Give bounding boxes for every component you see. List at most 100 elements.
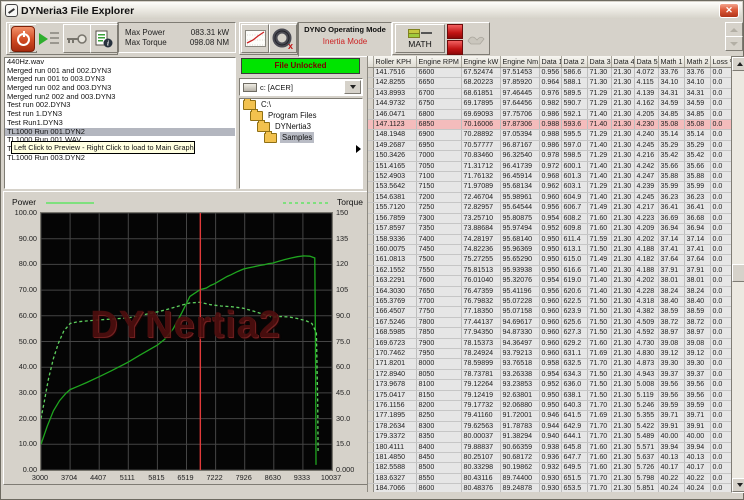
scrollbar-up-button[interactable] <box>732 57 744 71</box>
table-row[interactable]: 184.7066 8600 80.48376 89.24878 0.930 653.5 71… <box>368 483 732 492</box>
scroll-up-button-small[interactable] <box>725 22 743 37</box>
table-row[interactable]: 168.5985 7850 77.94350 94.87330 0.960 627.3 71… <box>368 327 732 339</box>
file-info-button[interactable]: i <box>90 24 118 53</box>
tree-item[interactable]: DYNertia3 <box>240 119 362 132</box>
unlock-button[interactable] <box>63 24 91 53</box>
column-header[interactable]: Loss % <box>710 56 732 68</box>
table-cell: 0.0 <box>710 400 732 412</box>
table-row[interactable]: 183.6327 8550 80.43116 89.74400 0.930 651.5 71… <box>368 473 732 485</box>
table-row[interactable]: 182.5588 8500 80.33298 90.19862 0.932 649.5 71… <box>368 462 732 474</box>
column-header[interactable]: Data 5 <box>634 56 659 68</box>
power-button[interactable] <box>9 24 37 53</box>
table-row[interactable]: 170.7462 7950 78.24924 93.79213 0.960 631.1 71… <box>368 348 732 360</box>
column-header[interactable]: Engine RPM <box>416 56 462 68</box>
table-row[interactable]: 179.3372 8350 80.00037 91.38294 0.940 644.1 71… <box>368 431 732 443</box>
table-row[interactable]: 165.3769 7700 76.79832 95.07228 0.960 622.5 71… <box>368 296 732 308</box>
directory-tree[interactable]: C:\ Program Files DYNertia3 Samples <box>239 98 363 189</box>
scrollbar-thumb[interactable] <box>732 264 744 282</box>
table-row[interactable]: 171.8201 8000 78.59899 93.76518 0.958 632.5 71… <box>368 358 732 370</box>
table-cell: 35.14 <box>658 129 685 141</box>
table-cell: 7600 <box>416 275 462 287</box>
table-row[interactable]: 144.9732 6750 69.17895 97.64456 0.982 590.7 71… <box>368 98 732 110</box>
table-row[interactable]: 154.6381 7200 72.46704 95.98961 0.960 604.9 71… <box>368 192 732 204</box>
column-header[interactable]: Data 2 <box>561 56 588 68</box>
run-button[interactable] <box>36 24 62 51</box>
table-cell: 80.43116 <box>461 473 501 485</box>
table-row[interactable]: 153.5642 7150 71.97089 95.68134 0.962 603.1 71… <box>368 181 732 193</box>
math-button[interactable]: MATH <box>395 24 445 53</box>
scrollbar-down-button[interactable] <box>732 478 744 492</box>
table-row[interactable]: 148.1948 6900 70.28892 97.05394 0.988 595.5 71… <box>368 129 732 141</box>
column-header[interactable]: Data 4 <box>611 56 635 68</box>
table-cell: 35.29 <box>658 140 685 152</box>
table-row[interactable]: 160.0075 7450 74.82236 95.96369 0.950 613.1 71… <box>368 244 732 256</box>
table-row[interactable]: 149.2687 6950 70.57777 96.87167 0.986 597.0 71… <box>368 140 732 152</box>
table-row[interactable]: 164.3030 7650 76.47359 95.41196 0.956 620.6 71… <box>368 286 732 297</box>
table-row[interactable]: 152.4903 7100 71.76132 96.45914 0.968 601.3 71… <box>368 171 732 183</box>
table-cell: 96.87167 <box>500 140 540 152</box>
table-cell: 35.42 <box>684 150 711 162</box>
table-cell: 156.7859 <box>373 213 417 225</box>
table-row[interactable]: 150.3426 7000 70.83460 96.32540 0.978 598.5 71… <box>368 150 732 162</box>
dyno-button[interactable]: x <box>269 24 297 53</box>
table-scrollbar[interactable] <box>731 56 744 493</box>
export-button-disabled[interactable] <box>463 24 489 51</box>
table-cell: 5.355 <box>634 410 659 422</box>
table-row[interactable]: 163.2291 7600 76.01040 95.32076 0.954 619.0 71… <box>368 275 732 287</box>
table-row[interactable]: 177.1895 8250 79.41160 91.72001 0.946 641.5 71… <box>368 410 732 422</box>
table-cell: 165.3769 <box>373 296 417 308</box>
tree-scroll-arrow-icon[interactable] <box>356 145 361 153</box>
table-cell: 4.216 <box>634 150 659 162</box>
close-button[interactable]: ✕ <box>719 3 739 18</box>
table-cell: 70.57777 <box>461 140 501 152</box>
file-info-icon: i <box>95 30 113 47</box>
column-header[interactable]: Math 1 <box>658 56 685 68</box>
column-header[interactable]: Data 1 <box>539 56 562 68</box>
table-row[interactable]: 142.8255 6650 68.20223 97.85920 0.964 588.1 71… <box>368 77 732 89</box>
column-header[interactable]: Data 3 <box>587 56 612 68</box>
table-row[interactable]: 157.8597 7350 73.88684 95.97494 0.952 609.8 71… <box>368 223 732 235</box>
table-cell: 72.46704 <box>461 192 501 204</box>
table-row[interactable]: 161.0813 7500 75.27255 95.65290 0.950 615.0 71… <box>368 254 732 266</box>
scroll-down-button-small[interactable] <box>725 36 743 51</box>
table-row[interactable]: 175.0417 8150 79.12419 92.63801 0.950 638.1 71… <box>368 390 732 402</box>
graph-button[interactable] <box>241 24 269 53</box>
table-row[interactable]: 156.7859 7300 73.25710 95.80875 0.954 608.2 71… <box>368 213 732 225</box>
column-header[interactable]: Engine Nm <box>500 56 540 68</box>
table-row[interactable]: 143.8993 6700 68.61851 97.46445 0.976 589.5 71… <box>368 88 732 100</box>
table-row[interactable]: 146.0471 6800 69.69093 97.75706 0.986 592.1 71… <box>368 109 732 121</box>
table-row[interactable]: 167.5246 7800 77.44137 94.69617 0.960 625.6 71… <box>368 317 732 329</box>
table-row[interactable]: 158.9336 7400 74.28197 95.68140 0.950 611.4 71… <box>368 234 732 245</box>
table-row[interactable]: 147.1123 6850 70.16006 97.87306 0.988 593.6 71… <box>368 119 732 131</box>
column-header[interactable]: Engine kW <box>461 56 501 68</box>
table-row[interactable]: 173.9678 8100 79.12264 93.23853 0.952 636.0 71… <box>368 379 732 391</box>
table-row[interactable]: 169.6723 7900 78.15373 94.36497 0.960 629.2 71… <box>368 338 732 349</box>
table-cell: 40.00 <box>684 431 711 443</box>
table-row[interactable]: 166.4507 7750 77.18350 95.07158 0.960 623.9 71… <box>368 306 732 318</box>
table-row[interactable]: 180.4111 8400 79.88837 90.66359 0.938 645.8 71… <box>368 442 732 454</box>
title-bar[interactable]: DYNeria3 File Explorer ✕ <box>2 2 742 20</box>
table-cell: 0.0 <box>710 150 732 162</box>
column-header[interactable]: Roller KPH <box>373 56 417 68</box>
tree-item[interactable]: C:\ <box>240 99 362 110</box>
table-row[interactable]: 151.4165 7050 71.31712 96.41739 0.972 600.1 71… <box>368 161 732 173</box>
table-row[interactable]: 172.8940 8050 78.73781 93.26338 0.954 634.3 71… <box>368 369 732 381</box>
table-cell: 36.68 <box>684 213 711 225</box>
dyno-plot-area[interactable] <box>40 212 333 471</box>
dyno-chart <box>40 212 333 471</box>
table-cell: 4.382 <box>634 306 659 318</box>
drive-dropdown-button[interactable] <box>344 80 361 94</box>
file-list-item[interactable]: TL1000 Run 003.DYN2 <box>5 153 235 163</box>
file-list[interactable]: 440Hz.wav Merged run 001 and 002.DYN3 Merg… <box>4 57 236 189</box>
table-row[interactable]: 181.4850 8450 80.25107 90.68172 0.936 647.7 71… <box>368 452 732 464</box>
table-cell: 627.3 <box>561 327 588 339</box>
table-header-row[interactable]: Roller KPH Engine RPM Engine kW Engine Nm Da… <box>368 56 732 68</box>
table-row[interactable]: 162.1552 7550 75.81513 95.93938 0.950 616.6 71… <box>368 265 732 277</box>
table-row[interactable]: 176.1156 8200 79.17732 92.06880 0.950 640.3 71… <box>368 400 732 412</box>
tree-item[interactable]: Samples <box>240 130 362 143</box>
table-row[interactable]: 155.7120 7250 72.82957 95.64544 0.956 606.7 71… <box>368 202 732 214</box>
column-header[interactable]: Math 2 <box>684 56 711 68</box>
table-row[interactable]: 141.7516 6600 67.52474 97.51453 0.956 586.6 71… <box>368 67 732 79</box>
table-row[interactable]: 178.2634 8300 79.62563 91.78783 0.944 642.9 71… <box>368 421 732 433</box>
drive-selector[interactable]: c: [ACER] <box>239 78 363 96</box>
